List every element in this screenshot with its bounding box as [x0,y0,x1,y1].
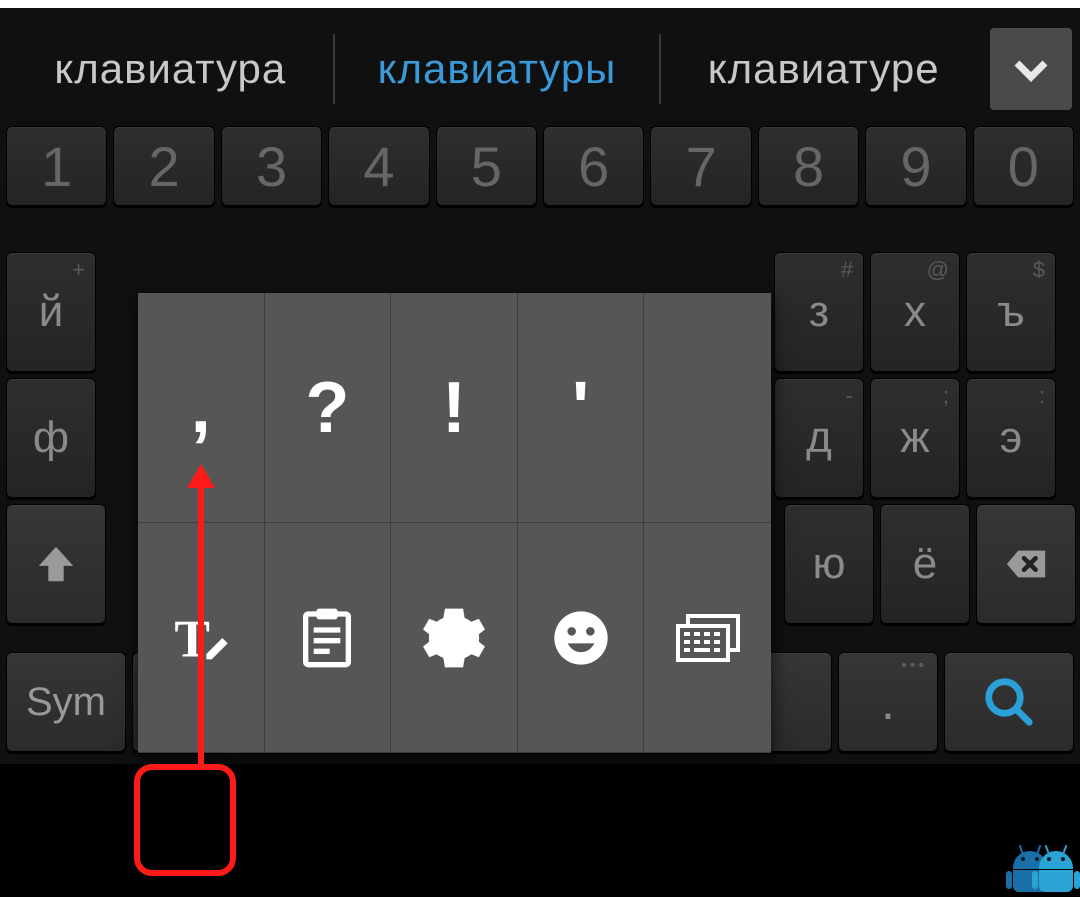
key-alt-label: ••• [901,657,927,675]
key-4[interactable]: 4 [328,126,429,206]
symbols-key[interactable]: Sym [6,652,126,752]
popup-empty[interactable] [644,293,771,523]
key-letter[interactable]: @х [870,252,960,372]
key-alt-label: : [1039,383,1045,409]
gear-icon [422,606,486,670]
key-main-label: . [881,673,895,731]
keyboard-icon [676,606,740,670]
popup-settings[interactable] [391,523,518,753]
search-key[interactable] [944,652,1074,752]
key-1[interactable]: 1 [6,126,107,206]
number-row: 1 2 3 4 5 6 7 8 9 0 [0,126,1080,206]
suggestion-1[interactable]: клавиатура [8,45,333,93]
key-alt-label: # [841,257,853,283]
suggestion-2[interactable]: клавиатуры [335,45,660,93]
key-9[interactable]: 9 [865,126,966,206]
longpress-popup: , ? ! ' T [138,293,771,753]
key-letter[interactable]: ю [784,504,874,624]
suggestion-bar: клавиатура клавиатуры клавиатуре [0,18,1080,120]
expand-suggestions-button[interactable] [990,28,1072,110]
key-7[interactable]: 7 [650,126,751,206]
key-6[interactable]: 6 [543,126,644,206]
key-letter[interactable]: ф [6,378,96,498]
key-alt-label: + [72,257,85,283]
popup-keyboard-switch[interactable] [644,523,771,753]
key-letter[interactable]: +й [6,252,96,372]
emoji-icon [549,606,613,670]
key-2[interactable]: 2 [113,126,214,206]
key-alt-label: $ [1033,257,1045,283]
backspace-icon [1003,541,1049,587]
key-0[interactable]: 0 [973,126,1074,206]
android-mascots [1010,851,1076,895]
android-icon [1036,851,1076,895]
key-main-label: х [904,287,926,337]
popup-question[interactable]: ? [265,293,392,523]
key-letter[interactable]: ё [880,504,970,624]
key-letter[interactable]: $ъ [966,252,1056,372]
search-icon [982,675,1036,729]
key-main-label: ё [913,539,937,589]
period-key[interactable]: ••• . [838,652,938,752]
chevron-down-icon [1007,45,1055,93]
key-main-label: д [806,413,832,463]
key-main-label: ъ [997,287,1025,337]
svg-text:T: T [174,608,210,668]
key-8[interactable]: 8 [758,126,859,206]
key-main-label: ж [900,413,929,463]
key-alt-label: ; [943,383,949,409]
popup-apostrophe[interactable]: ' [518,293,645,523]
window-titlebar [0,0,1080,8]
key-main-label: э [1000,413,1022,463]
key-letter[interactable]: ;ж [870,378,960,498]
text-edit-icon: T [169,606,233,670]
popup-comma[interactable]: , [138,293,265,523]
popup-text-edit[interactable]: T [138,523,265,753]
key-alt-label: @ [927,257,949,283]
key-alt-label: - [846,383,853,409]
clipboard-icon [295,606,359,670]
key-main-label: ю [813,539,846,589]
shift-key[interactable] [6,504,106,624]
shift-icon [33,541,79,587]
key-letter[interactable]: :э [966,378,1056,498]
backspace-key[interactable] [976,504,1076,624]
popup-clipboard[interactable] [265,523,392,753]
key-main-label: ф [33,413,69,463]
key-letter[interactable]: -д [774,378,864,498]
annotation-highlight [134,764,236,876]
key-main-label: з [809,287,829,337]
key-main-label: й [39,287,64,337]
key-3[interactable]: 3 [221,126,322,206]
key-letter[interactable]: #з [774,252,864,372]
popup-exclaim[interactable]: ! [391,293,518,523]
popup-emoji[interactable] [518,523,645,753]
key-5[interactable]: 5 [436,126,537,206]
suggestion-3[interactable]: клавиатуре [661,45,986,93]
